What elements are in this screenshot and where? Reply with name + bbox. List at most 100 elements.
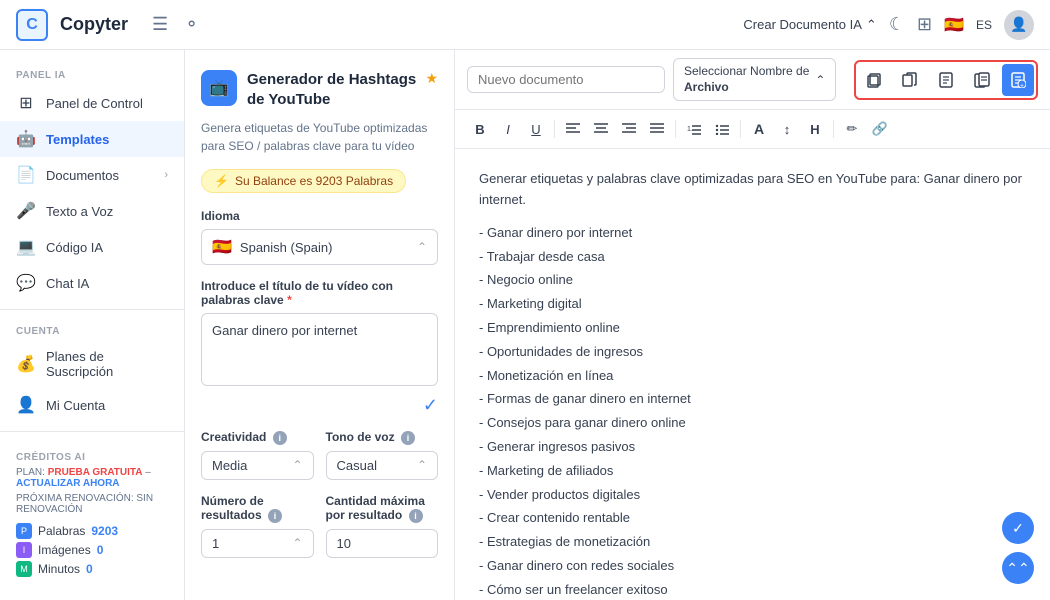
list-item: - Ganar dinero por internet — [479, 223, 1026, 244]
num-results-select[interactable]: 1 ⌃ — [201, 529, 314, 558]
format-list-ul-button[interactable] — [709, 116, 735, 142]
check-fab-button[interactable]: ✓ — [1002, 512, 1034, 544]
sidebar-item-label: Documentos — [46, 168, 154, 183]
idioma-label: Idioma — [201, 209, 438, 223]
minutos-count: 0 — [86, 562, 93, 576]
language-flag-icon: 🇪🇸 — [944, 15, 964, 35]
codigo-ia-icon: 💻 — [16, 237, 36, 257]
crear-arrow-icon: ⌃ — [866, 17, 877, 33]
doc-name-input[interactable] — [467, 66, 665, 93]
tool-description: Genera etiquetas de YouTube optimizadas … — [201, 119, 438, 155]
list-item: - Trabajar desde casa — [479, 247, 1026, 268]
sidebar-item-documentos[interactable]: 📄 Documentos › — [0, 157, 184, 193]
header-icons: ☰ ⚬ — [148, 10, 203, 39]
night-mode-icon[interactable]: ☾ — [889, 14, 905, 35]
header-action-icons: ☾ ⊞ 🇪🇸 ES 👤 — [889, 10, 1034, 40]
star-icon[interactable]: ★ — [425, 70, 438, 87]
balance-icon: ⚡ — [214, 174, 229, 188]
list-item: - Ganar dinero con redes sociales — [479, 556, 1026, 577]
action-doc3-button[interactable]: + — [1002, 64, 1034, 96]
logo-letter: C — [26, 16, 38, 34]
max-results-input[interactable]: 10 — [326, 529, 439, 558]
creatividad-label: Creatividad i — [201, 430, 314, 445]
user-avatar[interactable]: 👤 — [1004, 10, 1034, 40]
format-align-left-button[interactable] — [560, 116, 586, 142]
creatividad-value: Media — [212, 458, 247, 473]
list-item: - Formas de ganar dinero en internet — [479, 389, 1026, 410]
sidebar-item-panel-control[interactable]: ⊞ Panel de Control — [0, 85, 184, 121]
plan-prueba-link[interactable]: PRUEBA GRATUITA — [48, 467, 143, 478]
format-align-right-button[interactable] — [616, 116, 642, 142]
action-doc-button[interactable] — [930, 64, 962, 96]
texto-voz-icon: 🎤 — [16, 201, 36, 221]
chevron-right-icon: › — [164, 169, 168, 181]
list-item: - Crear contenido rentable — [479, 508, 1026, 529]
sidebar-item-label: Templates — [46, 132, 168, 147]
sidebar-item-templates[interactable]: 🤖 Templates — [0, 121, 184, 157]
action-doc2-button[interactable] — [966, 64, 998, 96]
tono-value: Casual — [337, 458, 377, 473]
creatividad-select[interactable]: Media ⌃ — [201, 451, 314, 480]
idioma-flag-icon: 🇪🇸 — [212, 237, 232, 257]
format-font-size-button[interactable]: A — [746, 116, 772, 142]
editor-area[interactable]: Generar etiquetas y palabras clave optim… — [455, 149, 1050, 600]
content-area: 📺 Generador de Hashtags de YouTube ★ Gen… — [185, 50, 1050, 600]
fullscreen-icon[interactable]: ⊞ — [917, 14, 932, 35]
sidebar-item-planes[interactable]: 💰 Planes de Suscripción — [0, 341, 184, 387]
balance-badge: ⚡ Su Balance es 9203 Palabras — [201, 169, 406, 193]
titulo-label: Introduce el título de tu vídeo con pala… — [201, 279, 438, 307]
editor-list: - Ganar dinero por internet - Trabajar de… — [479, 223, 1026, 600]
svg-text:+: + — [1020, 83, 1024, 88]
format-divider-3 — [740, 120, 741, 138]
scroll-to-top-button[interactable]: ⌃⌃ — [1002, 552, 1034, 584]
sidebar-divider — [0, 309, 184, 310]
format-underline-button[interactable]: U — [523, 116, 549, 142]
format-line-height-button[interactable]: ↕ — [774, 116, 800, 142]
right-panel: Seleccionar Nombre de Archivo ⌃ — [455, 50, 1050, 600]
templates-icon: 🤖 — [16, 129, 36, 149]
format-list-ol-button[interactable]: 1. — [681, 116, 707, 142]
planes-icon: 💰 — [16, 354, 36, 374]
actualizar-ahora-link[interactable]: ACTUALIZAR AHORA — [16, 478, 120, 489]
format-divider-4 — [833, 120, 834, 138]
list-item: - Vender productos digitales — [479, 485, 1026, 506]
num-results-info-icon: i — [268, 509, 282, 523]
sidebar-item-label: Texto a Voz — [46, 204, 168, 219]
sidebar-item-codigo-ia[interactable]: 💻 Código IA — [0, 229, 184, 265]
panel-control-icon: ⊞ — [16, 93, 36, 113]
menu-icon-button[interactable]: ☰ — [148, 10, 172, 39]
sidebar-item-texto-voz[interactable]: 🎤 Texto a Voz — [0, 193, 184, 229]
sidebar-item-label: Mi Cuenta — [46, 398, 168, 413]
format-bold-button[interactable]: B — [467, 116, 493, 142]
search-icon-button[interactable]: ⚬ — [180, 10, 203, 39]
format-paint-button[interactable]: ✏ — [839, 116, 865, 142]
tono-select[interactable]: Casual ⌃ — [326, 451, 439, 480]
action-copy-button[interactable] — [858, 64, 890, 96]
sidebar-item-label: Planes de Suscripción — [46, 349, 168, 379]
titulo-input[interactable] — [201, 313, 438, 386]
tool-icon-box: 📺 — [201, 70, 237, 106]
format-link-button[interactable]: 🔗 — [867, 116, 893, 142]
list-item: - Consejos para ganar dinero online — [479, 413, 1026, 434]
format-align-center-button[interactable] — [588, 116, 614, 142]
format-italic-button[interactable]: I — [495, 116, 521, 142]
sidebar-item-chat-ia[interactable]: 💬 Chat IA — [0, 265, 184, 301]
tool-header: 📺 Generador de Hashtags de YouTube ★ — [201, 70, 438, 109]
format-align-justify-button[interactable] — [644, 116, 670, 142]
idioma-select[interactable]: 🇪🇸 Spanish (Spain) ⌃ — [201, 229, 438, 265]
sidebar-divider-2 — [0, 431, 184, 432]
tool-title: Generador de Hashtags de YouTube — [247, 70, 419, 109]
format-heading-button[interactable]: H — [802, 116, 828, 142]
sidebar-item-mi-cuenta[interactable]: 👤 Mi Cuenta — [0, 387, 184, 423]
imagenes-count: 0 — [97, 543, 104, 557]
filename-selector[interactable]: Seleccionar Nombre de Archivo ⌃ — [673, 58, 836, 101]
list-item: - Cómo ser un freelancer exitoso — [479, 580, 1026, 600]
action-copy2-button[interactable] — [894, 64, 926, 96]
list-item: - Oportunidades de ingresos — [479, 342, 1026, 363]
idioma-value: Spanish (Spain) — [240, 240, 333, 255]
documentos-icon: 📄 — [16, 165, 36, 185]
credit-row-imagenes: I Imágenes 0 — [16, 542, 168, 558]
crear-documento-button[interactable]: Crear Documento IA ⌃ — [743, 17, 876, 33]
list-item: - Negocio online — [479, 270, 1026, 291]
panel-ia-label: PANEL IA — [0, 62, 184, 85]
